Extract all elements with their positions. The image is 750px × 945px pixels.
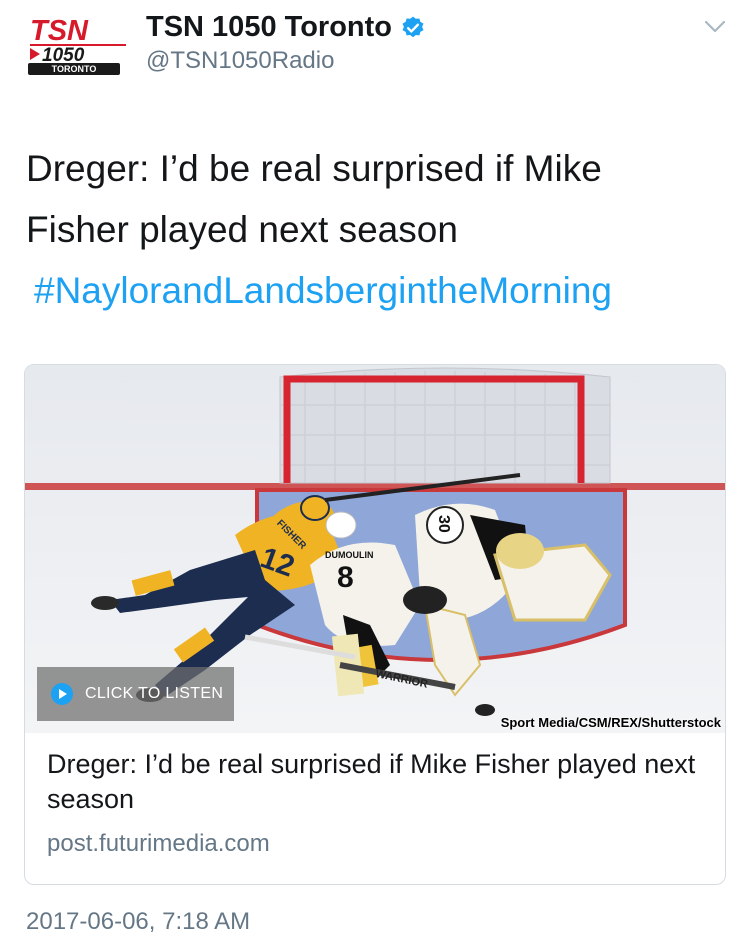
card-domain[interactable]: post.futurimedia.com	[47, 830, 270, 858]
svg-text:DUMOULIN: DUMOULIN	[325, 550, 374, 560]
link-preview-card[interactable]: 12 FISHER 8 DUMOULIN 30 WARRIOR CLICK TO…	[24, 364, 726, 885]
account-name-row[interactable]: TSN 1050 Toronto	[146, 11, 426, 44]
account-handle[interactable]: @TSN1050Radio	[146, 47, 334, 75]
svg-text:1050: 1050	[42, 45, 85, 66]
hashtag-link[interactable]: #NaylorandLandsbergintheMorning	[26, 260, 716, 321]
listen-label: CLICK TO LISTEN	[85, 685, 224, 702]
tweet-text: Dreger: I’d be real surprised if Mike Fi…	[26, 138, 716, 321]
tweet-text-line: Dreger: I’d be real surprised if Mike	[26, 148, 602, 189]
play-icon	[51, 683, 73, 705]
photo-credit: Sport Media/CSM/REX/Shutterstock	[500, 715, 721, 730]
chevron-down-icon[interactable]	[704, 20, 726, 34]
svg-text:TSN: TSN	[30, 15, 89, 47]
tsn-1050-logo[interactable]: TSN 1050 TORONTO	[26, 14, 130, 76]
card-thumbnail-image[interactable]: 12 FISHER 8 DUMOULIN 30 WARRIOR CLICK TO…	[25, 365, 725, 733]
card-title[interactable]: Dreger: I’d be real surprised if Mike Fi…	[47, 747, 697, 817]
tweet-text-line: Fisher played next season	[26, 209, 458, 250]
click-to-listen-button[interactable]: CLICK TO LISTEN	[37, 667, 234, 721]
display-name[interactable]: TSN 1050 Toronto	[146, 11, 392, 44]
svg-text:8: 8	[337, 561, 354, 594]
tweet-header: TSN 1050 TORONTO TSN 1050 Toronto @TSN10…	[0, 0, 750, 90]
tweet-timestamp[interactable]: 2017-06-06, 7:18 AM	[26, 908, 250, 936]
svg-text:30: 30	[435, 515, 452, 533]
svg-text:TORONTO: TORONTO	[52, 64, 97, 74]
verified-badge-icon	[402, 16, 424, 37]
